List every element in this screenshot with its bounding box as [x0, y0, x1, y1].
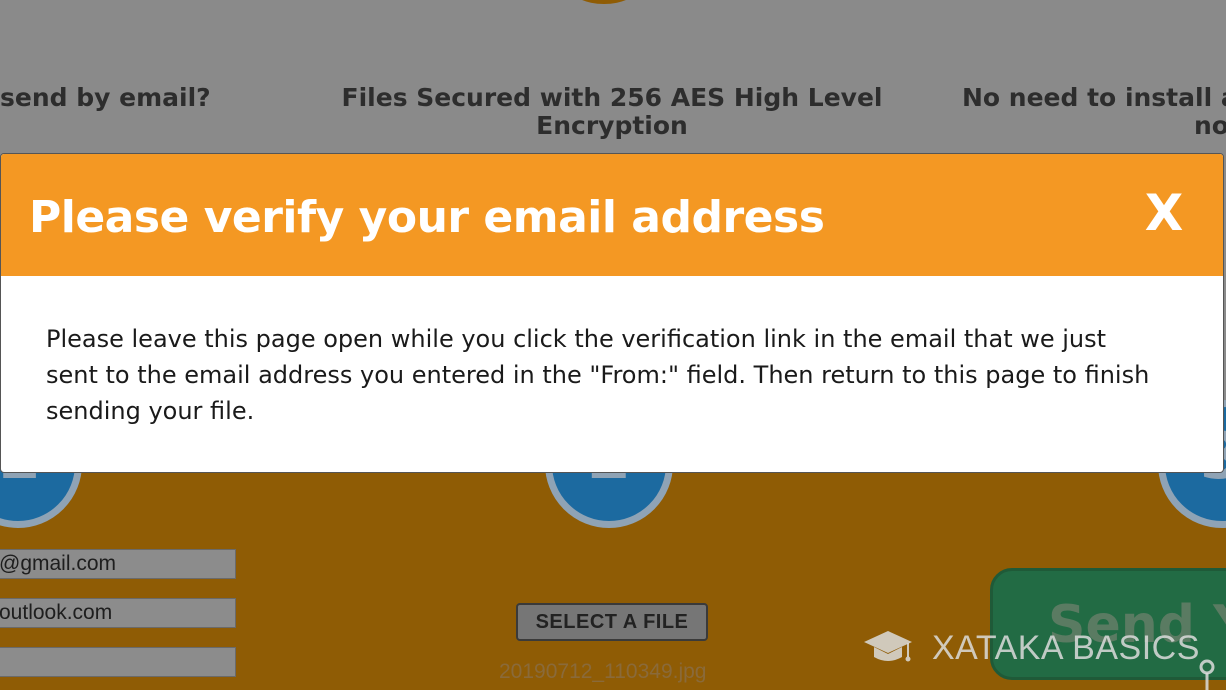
from-email-field[interactable]: @gmail.com: [0, 549, 236, 579]
message-field[interactable]: [0, 647, 236, 677]
verify-email-dialog: Please verify your email address X Pleas…: [0, 153, 1224, 473]
feature-install-line2: no: [1194, 111, 1226, 140]
dialog-message: Please leave this page open while you cl…: [46, 325, 1150, 425]
to-email-field[interactable]: outlook.com: [0, 598, 236, 628]
close-button[interactable]: X: [1139, 188, 1189, 238]
selected-filename: 20190712_110349.jpg: [499, 660, 707, 683]
dialog-title: Please verify your email address: [29, 192, 825, 243]
graduation-cap-icon: [864, 631, 912, 662]
feature-install-line1: No need to install a: [962, 83, 1226, 112]
watermark: XATAKA BASICS: [862, 628, 1200, 668]
feature-email-text: send by email?: [0, 83, 211, 112]
dialog-header: Please verify your email address X: [1, 154, 1223, 276]
pin-icon: [1199, 659, 1215, 690]
feature-install-text: No need to install a no: [962, 84, 1226, 140]
page: send by email? Files Secured with 256 AE…: [0, 0, 1226, 690]
feature-encryption-text: Files Secured with 256 AES High Level En…: [341, 83, 883, 140]
watermark-text: XATAKA BASICS: [932, 628, 1200, 667]
select-file-button[interactable]: SELECT A FILE: [516, 603, 708, 641]
